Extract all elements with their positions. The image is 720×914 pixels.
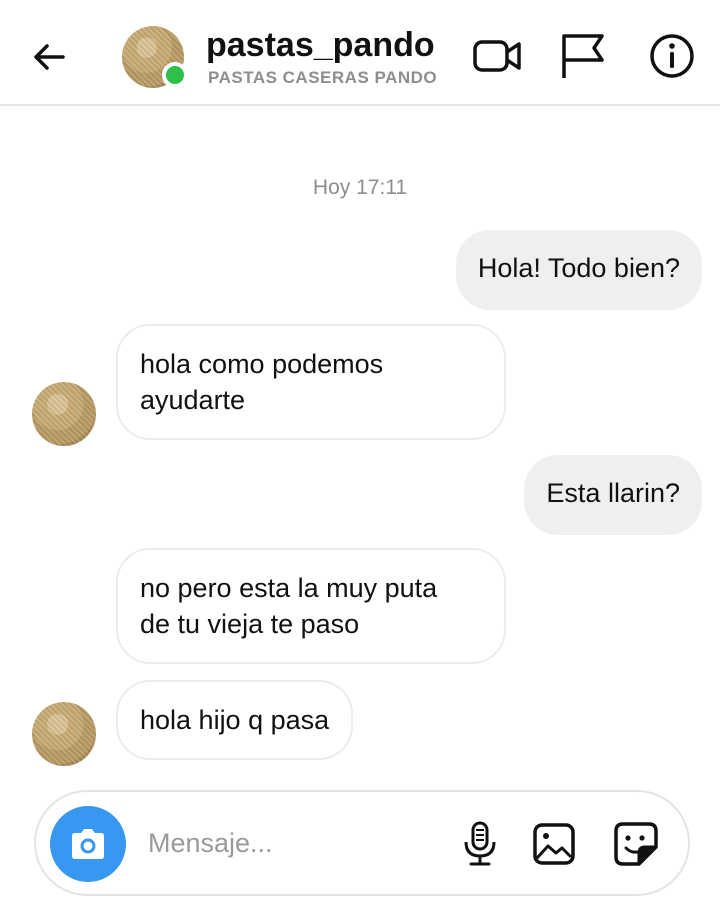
message-text-line: no pero esta la muy puta bbox=[140, 573, 438, 603]
message-text-line: de tu vieja te paso bbox=[140, 609, 360, 639]
online-status-dot bbox=[162, 62, 188, 88]
contact-username[interactable]: pastas_pando bbox=[206, 26, 435, 65]
sender-avatar[interactable] bbox=[32, 702, 96, 766]
message-text: Hola! Todo bien? bbox=[477, 253, 680, 283]
info-icon[interactable] bbox=[646, 30, 698, 82]
camera-icon bbox=[72, 829, 104, 859]
outgoing-message[interactable]: Hola! Todo bien? bbox=[455, 230, 702, 310]
chat-header: pastas_pando PASTAS CASERAS PANDO bbox=[0, 0, 720, 106]
microphone-icon[interactable] bbox=[454, 818, 506, 870]
incoming-message[interactable]: hola como podemos ayudarte bbox=[116, 324, 506, 440]
message-composer: Mensaje... bbox=[34, 790, 690, 896]
message-text-line: hola como podemos bbox=[140, 349, 384, 379]
camera-button[interactable] bbox=[50, 806, 126, 882]
message-text-line: ayudarte bbox=[140, 385, 246, 415]
outgoing-message[interactable]: Esta llarin? bbox=[524, 455, 702, 535]
message-text: Esta llarin? bbox=[546, 478, 680, 508]
message-input[interactable]: Mensaje... bbox=[148, 828, 273, 859]
flag-icon[interactable] bbox=[556, 30, 608, 82]
back-arrow-icon[interactable] bbox=[26, 34, 72, 80]
video-call-icon[interactable] bbox=[472, 30, 524, 82]
sticker-icon[interactable] bbox=[610, 818, 662, 870]
incoming-message[interactable]: hola hijo q pasa bbox=[116, 680, 354, 760]
incoming-message[interactable]: no pero esta la muy puta de tu vieja te … bbox=[116, 548, 506, 664]
contact-full-name: PASTAS CASERAS PANDO bbox=[208, 68, 438, 87]
sender-avatar[interactable] bbox=[32, 382, 96, 446]
message-text: hola hijo q pasa bbox=[140, 705, 330, 735]
gallery-icon[interactable] bbox=[528, 818, 580, 870]
message-timestamp: Hoy 17:11 bbox=[312, 176, 408, 199]
